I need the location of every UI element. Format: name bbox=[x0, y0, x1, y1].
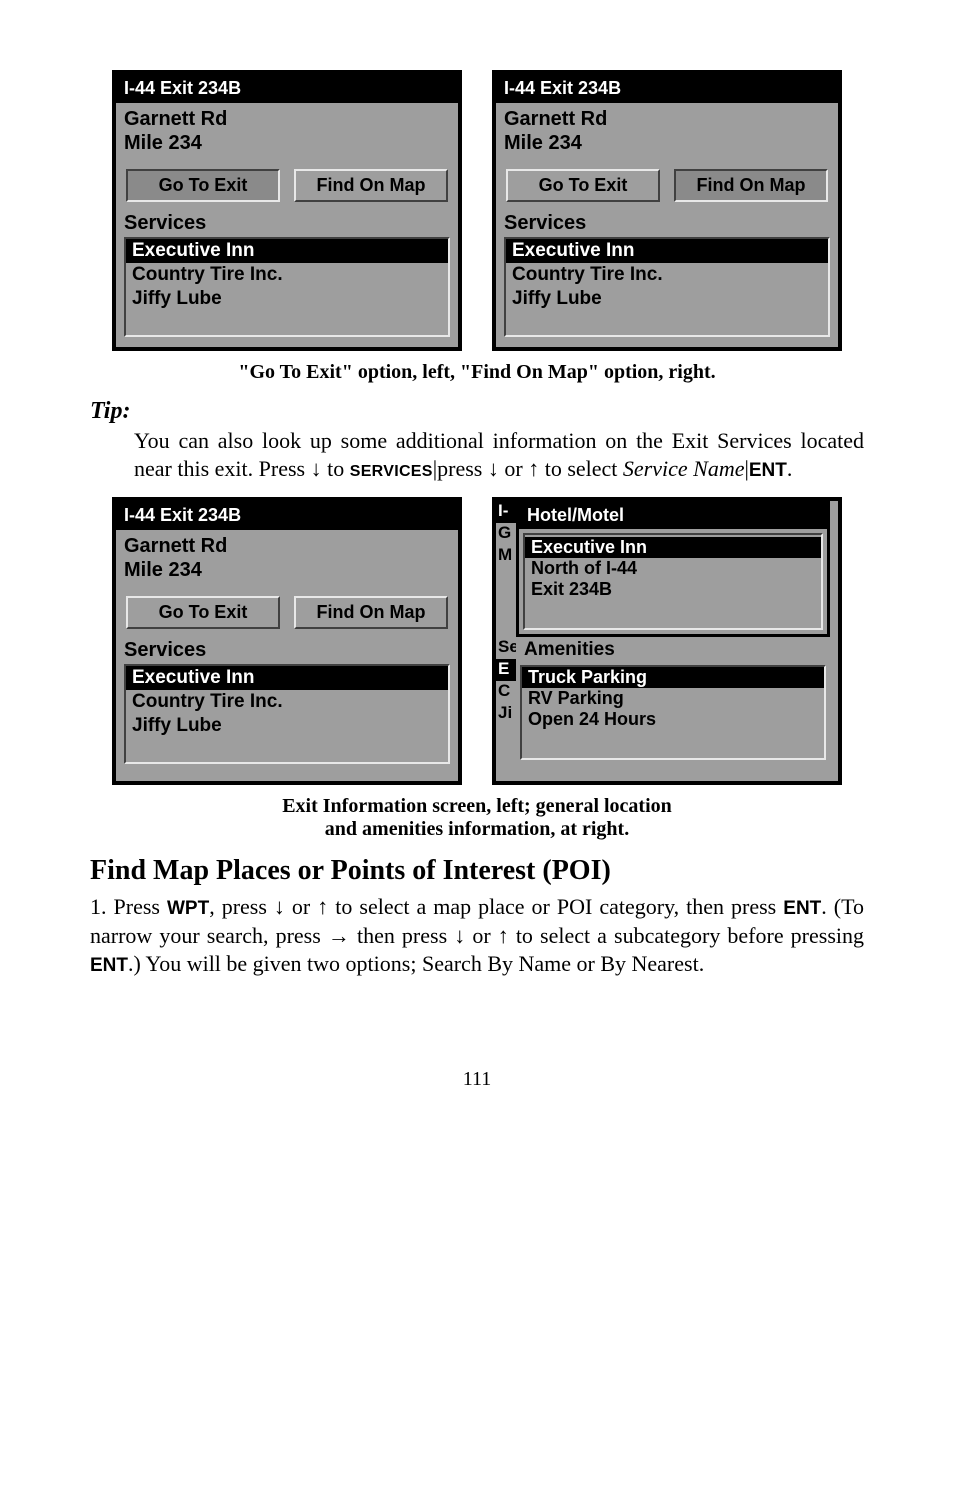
screen-exit-goto: I-44 Exit 234B Garnett Rd Mile 234 Go To… bbox=[112, 70, 462, 351]
find-on-map-button[interactable]: Find On Map bbox=[674, 169, 828, 202]
info-area: Garnett Rd Mile 234 bbox=[496, 103, 838, 165]
amenities-label: Amenities bbox=[516, 637, 830, 663]
button-row: Go To Exit Find On Map bbox=[116, 592, 458, 637]
title-bar: I-44 Exit 234B bbox=[116, 74, 458, 103]
services-label: Services bbox=[116, 210, 458, 237]
up-arrow-icon: ↑ bbox=[528, 456, 539, 481]
list-item[interactable]: Jiffy Lube bbox=[126, 714, 448, 738]
mile-marker: Mile 234 bbox=[124, 131, 450, 155]
ent-key: ENT bbox=[749, 460, 787, 481]
screen-exit-services-selected: I-44 Exit 234B Garnett Rd Mile 234 Go To… bbox=[112, 497, 462, 785]
mile-marker: Mile 234 bbox=[124, 558, 450, 582]
list-item[interactable]: Jiffy Lube bbox=[126, 287, 448, 311]
list-item[interactable]: Executive Inn bbox=[506, 239, 828, 263]
amenity-item[interactable]: Open 24 Hours bbox=[522, 709, 824, 730]
down-arrow-icon: ↓ bbox=[311, 456, 322, 481]
tip-paragraph: You can also look up some additional inf… bbox=[134, 427, 864, 483]
go-to-exit-button[interactable]: Go To Exit bbox=[506, 169, 660, 202]
button-row: Go To Exit Find On Map bbox=[116, 165, 458, 210]
services-label: Services bbox=[116, 637, 458, 664]
road-name: Garnett Rd bbox=[504, 107, 830, 131]
road-name: Garnett Rd bbox=[124, 534, 450, 558]
down-arrow-icon: ↓ bbox=[454, 923, 465, 948]
down-arrow-icon: ↓ bbox=[488, 456, 499, 481]
find-on-map-button[interactable]: Find On Map bbox=[294, 169, 448, 202]
amenities-list[interactable]: Truck Parking RV Parking Open 24 Hours bbox=[520, 665, 826, 760]
amenity-item[interactable]: RV Parking bbox=[522, 688, 824, 709]
screen-hotel-popup: I-4 G M Se E C Ji Hotel/Motel Executive … bbox=[492, 497, 842, 785]
services-list[interactable]: Executive Inn Country Tire Inc. Jiffy Lu… bbox=[504, 237, 830, 337]
info-area: Garnett Rd Mile 234 bbox=[116, 103, 458, 165]
ent-key: ENT bbox=[783, 898, 821, 919]
amenities-section: Amenities Truck Parking RV Parking Open … bbox=[516, 637, 830, 764]
list-item[interactable]: Executive Inn bbox=[126, 239, 448, 263]
popup-line: Exit 234B bbox=[525, 579, 821, 600]
caption-2b: and amenities information, at right. bbox=[90, 818, 864, 841]
screenshot-row-1: I-44 Exit 234B Garnett Rd Mile 234 Go To… bbox=[90, 70, 864, 351]
caption-2a: Exit Information screen, left; general l… bbox=[90, 795, 864, 818]
ent-key: ENT bbox=[90, 955, 128, 976]
services-list[interactable]: Executive Inn Country Tire Inc. Jiffy Lu… bbox=[124, 237, 450, 337]
right-arrow-icon: → bbox=[328, 923, 350, 948]
up-arrow-icon: ↑ bbox=[317, 894, 328, 919]
title-bar: I-44 Exit 234B bbox=[116, 501, 458, 530]
mile-marker: Mile 234 bbox=[504, 131, 830, 155]
popup-body: Executive Inn North of I-44 Exit 234B bbox=[523, 533, 823, 630]
hotel-popup: Hotel/Motel Executive Inn North of I-44 … bbox=[516, 499, 830, 637]
list-item[interactable]: Executive Inn bbox=[126, 666, 448, 690]
info-area: Garnett Rd Mile 234 bbox=[116, 530, 458, 592]
down-arrow-icon: ↓ bbox=[274, 894, 285, 919]
up-arrow-icon: ↑ bbox=[498, 923, 509, 948]
section-heading: Find Map Places or Points of Interest (P… bbox=[90, 855, 864, 887]
list-item[interactable]: Country Tire Inc. bbox=[126, 690, 448, 714]
services-list[interactable]: Executive Inn Country Tire Inc. Jiffy Lu… bbox=[124, 664, 450, 764]
services-label: Services bbox=[496, 210, 838, 237]
button-row: Go To Exit Find On Map bbox=[496, 165, 838, 210]
find-on-map-button[interactable]: Find On Map bbox=[294, 596, 448, 629]
page-number: 111 bbox=[90, 1068, 864, 1091]
tip-heading: Tip: bbox=[90, 398, 864, 425]
popup-line[interactable]: Executive Inn bbox=[525, 537, 821, 558]
services-key: SERVICES bbox=[350, 463, 433, 480]
amenity-item[interactable]: Truck Parking bbox=[522, 667, 824, 688]
popup-title: Hotel/Motel bbox=[519, 502, 827, 529]
go-to-exit-button[interactable]: Go To Exit bbox=[126, 169, 280, 202]
list-item[interactable]: Jiffy Lube bbox=[506, 287, 828, 311]
popup-line: North of I-44 bbox=[525, 558, 821, 579]
title-bar: I-44 Exit 234B bbox=[496, 74, 838, 103]
screen-exit-findmap: I-44 Exit 234B Garnett Rd Mile 234 Go To… bbox=[492, 70, 842, 351]
instruction-paragraph: 1. Press WPT, press ↓ or ↑ to select a m… bbox=[90, 893, 864, 978]
go-to-exit-button[interactable]: Go To Exit bbox=[126, 596, 280, 629]
caption-1: "Go To Exit" option, left, "Find On Map"… bbox=[90, 361, 864, 384]
wpt-key: WPT bbox=[167, 898, 209, 919]
road-name: Garnett Rd bbox=[124, 107, 450, 131]
list-item[interactable]: Country Tire Inc. bbox=[506, 263, 828, 287]
screenshot-row-2: I-44 Exit 234B Garnett Rd Mile 234 Go To… bbox=[90, 497, 864, 785]
background-slivers: I-4 G M Se E C Ji bbox=[496, 501, 516, 725]
list-item[interactable]: Country Tire Inc. bbox=[126, 263, 448, 287]
